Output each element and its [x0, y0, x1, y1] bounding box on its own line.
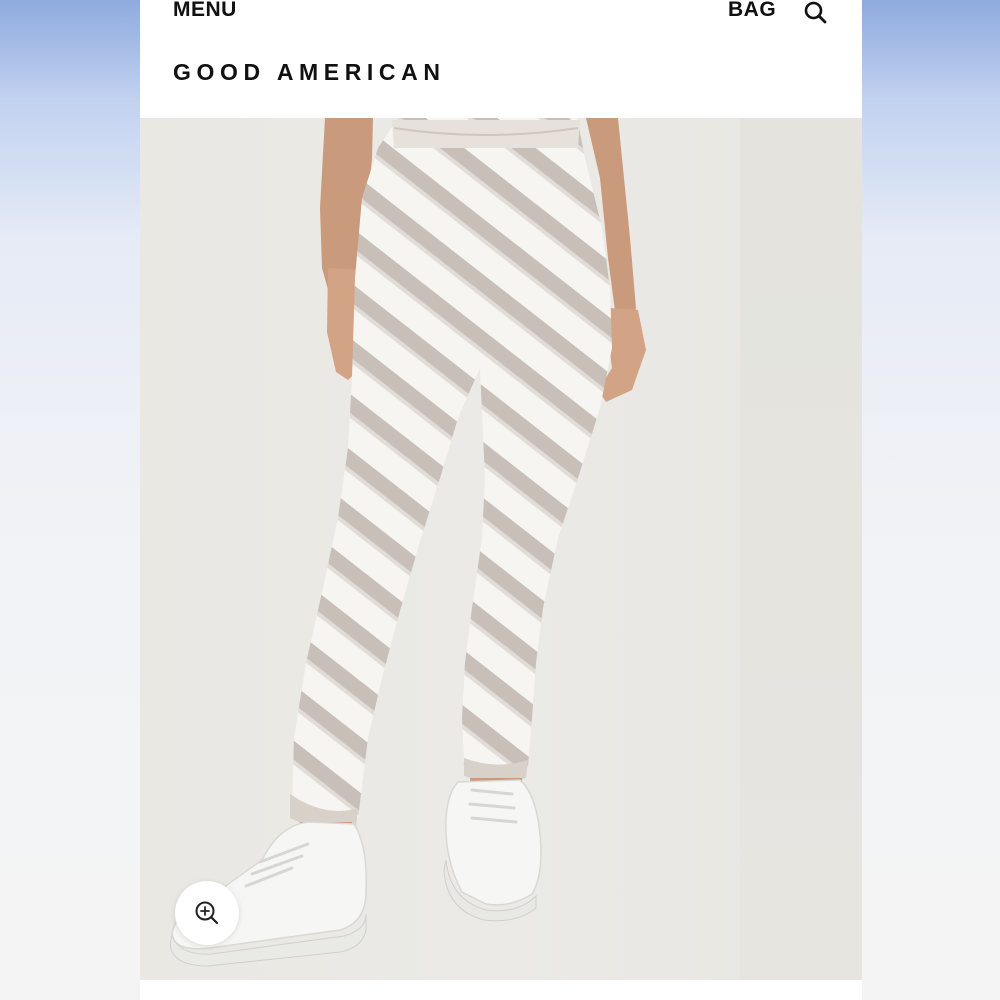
product-photo — [169, 118, 646, 967]
bag-button[interactable]: BAG — [728, 0, 776, 22]
search-icon[interactable] — [803, 0, 829, 26]
brand-logo[interactable]: GOOD AMERICAN — [173, 59, 446, 86]
zoom-in-icon — [195, 901, 219, 925]
page-bottom — [140, 980, 862, 1000]
site-header: MENU BAG GOOD AMERICAN — [140, 0, 862, 118]
product-image[interactable] — [140, 118, 862, 980]
phone-screen: MENU BAG GOOD AMERICAN — [140, 0, 862, 1000]
menu-button[interactable]: MENU — [173, 0, 237, 22]
zoom-button[interactable] — [175, 881, 239, 945]
